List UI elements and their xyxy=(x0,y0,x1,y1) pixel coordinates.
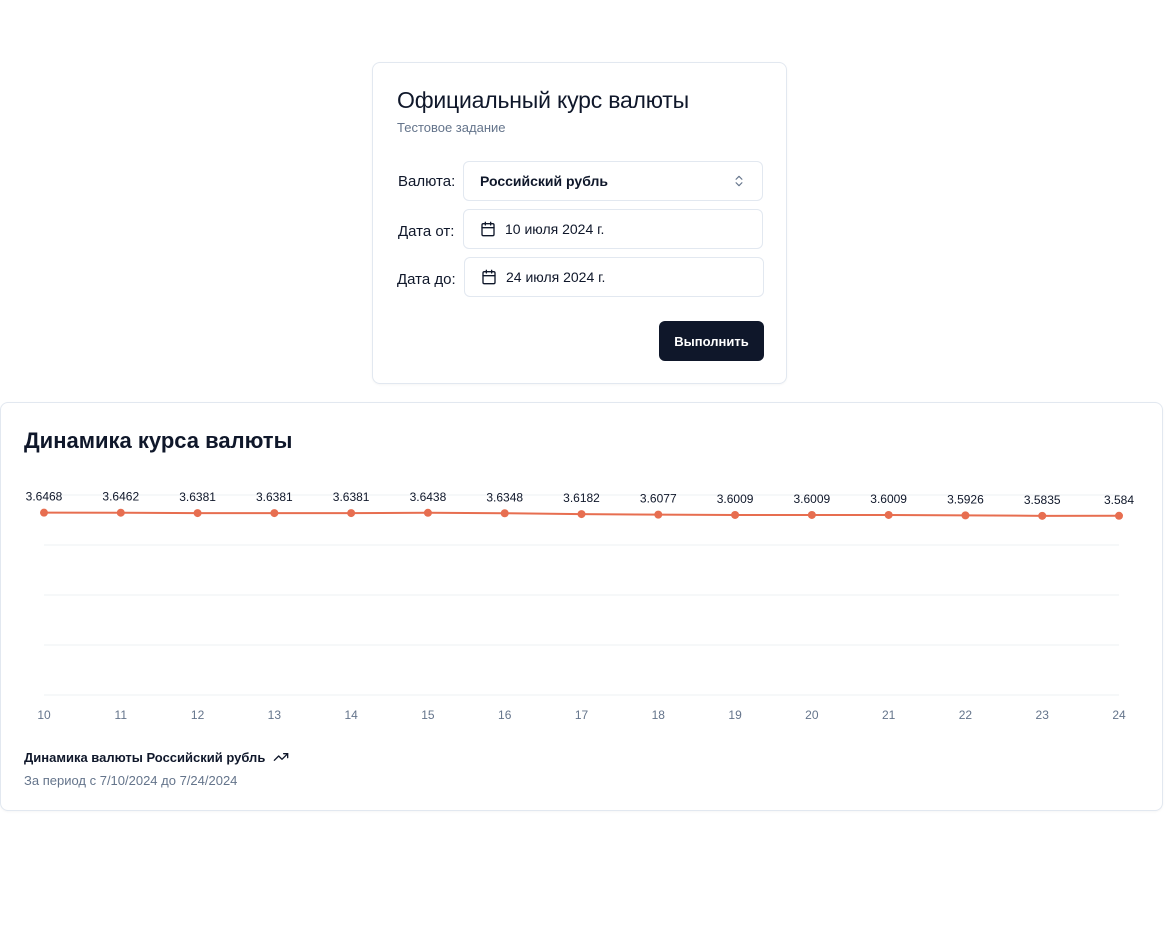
data-label: 3.5926 xyxy=(947,492,984,506)
data-point xyxy=(423,508,432,517)
x-tick-label: 24 xyxy=(1112,708,1126,722)
currency-select[interactable]: Российский рубль xyxy=(463,161,763,201)
x-tick-label: 18 xyxy=(652,708,666,722)
date-from-picker[interactable]: 10 июля 2024 г. xyxy=(463,209,763,249)
currency-form-card: Официальный курс валюты Тестовое задание… xyxy=(372,62,787,384)
calendar-icon xyxy=(481,221,495,237)
form-subtitle: Тестовое задание xyxy=(397,120,506,135)
x-tick-label: 16 xyxy=(498,708,512,722)
chevrons-up-down-icon xyxy=(735,175,743,187)
data-point xyxy=(1115,511,1123,520)
data-label: 3.6438 xyxy=(410,490,447,504)
data-point xyxy=(884,510,893,519)
date-to-picker[interactable]: 24 июля 2024 г. xyxy=(464,257,764,297)
data-label: 3.6009 xyxy=(717,492,754,506)
x-tick-label: 20 xyxy=(805,708,819,722)
form-title: Официальный курс валюты xyxy=(397,87,689,113)
calendar-icon xyxy=(482,269,496,285)
date-from-label: Дата от: xyxy=(398,223,455,240)
data-point xyxy=(270,509,279,518)
chart-footer-period: За период с 7/10/2024 до 7/24/2024 xyxy=(24,773,238,788)
data-point xyxy=(193,509,202,518)
data-label: 3.6381 xyxy=(179,490,216,504)
data-point xyxy=(347,509,356,518)
submit-button[interactable]: Выполнить xyxy=(659,321,764,361)
x-tick-label: 13 xyxy=(268,708,282,722)
trending-up-icon xyxy=(273,753,289,761)
data-label: 3.6381 xyxy=(256,490,293,504)
data-label: 3.6381 xyxy=(333,490,370,504)
data-label: 3.6077 xyxy=(640,492,677,506)
data-point xyxy=(500,509,509,518)
date-to-label: Дата до: xyxy=(397,271,456,288)
data-point xyxy=(1038,511,1047,520)
currency-select-value: Российский рубль xyxy=(480,173,608,189)
date-to-value: 24 июля 2024 г. xyxy=(506,269,606,285)
data-point xyxy=(40,508,48,517)
data-point xyxy=(577,510,586,519)
chart-footer-title-text: Динамика валюты Российский рубль xyxy=(24,749,266,765)
x-tick-label: 14 xyxy=(344,708,358,722)
x-tick-label: 19 xyxy=(728,708,742,722)
data-point xyxy=(807,510,816,519)
date-from-value: 10 июля 2024 г. xyxy=(505,221,605,237)
chart-card: Динамика курса валюты 3.6468 10 3.6462 11 3.… xyxy=(0,402,1163,811)
chart-footer-title: Динамика валюты Российский рубль xyxy=(24,749,289,765)
x-tick-label: 10 xyxy=(37,708,51,722)
data-point xyxy=(961,511,970,520)
data-label: 3.6468 xyxy=(26,490,63,504)
data-label: 3.6348 xyxy=(486,490,523,504)
data-point xyxy=(731,510,740,519)
data-label: 3.6009 xyxy=(870,492,907,506)
data-label: 3.5835 xyxy=(1024,493,1061,507)
x-tick-label: 21 xyxy=(882,708,896,722)
x-tick-label: 11 xyxy=(115,708,128,722)
x-tick-label: 23 xyxy=(1036,708,1050,722)
x-tick-label: 15 xyxy=(421,708,435,722)
data-label: 3.6182 xyxy=(563,491,600,505)
data-label: 3.6009 xyxy=(794,492,831,506)
x-tick-label: 17 xyxy=(575,708,589,722)
x-tick-label: 12 xyxy=(191,708,205,722)
currency-label: Валюта: xyxy=(398,173,456,190)
data-label: 3.6462 xyxy=(102,490,139,504)
x-tick-label: 22 xyxy=(959,708,973,722)
data-label: 3.584 xyxy=(1104,493,1134,507)
data-point xyxy=(116,508,125,517)
data-point xyxy=(654,510,663,519)
